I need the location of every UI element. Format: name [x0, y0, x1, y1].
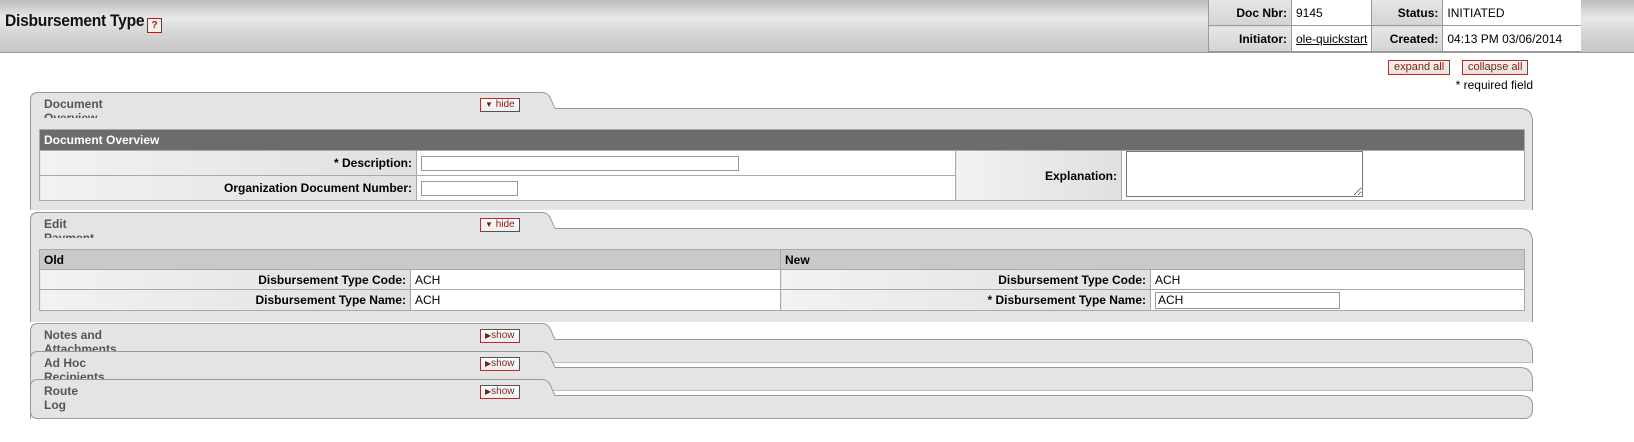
collapse-all-button[interactable]: collapse all	[1462, 60, 1529, 75]
section-header: Document Overview	[39, 129, 1525, 151]
document-info-table: Doc Nbr: 9145 Status: INITIATED Initiato…	[1208, 0, 1582, 52]
expand-all-button[interactable]: expand all	[1388, 60, 1451, 75]
doc-nbr-value: 9145	[1290, 0, 1372, 26]
description-label: * Description:	[39, 150, 417, 176]
description-cell	[416, 150, 956, 176]
disbursement-type-name-input[interactable]	[1155, 291, 1340, 309]
explanation-label: Explanation:	[955, 150, 1122, 201]
old-header: Old	[39, 249, 781, 270]
required-field-note: * required field	[1455, 78, 1533, 92]
org-doc-number-input[interactable]	[421, 180, 518, 196]
toggle-label: show	[491, 386, 515, 397]
new-code-value: ACH	[1150, 269, 1525, 290]
new-name-label: * Disbursement Type Name:	[780, 289, 1151, 311]
old-code-value: ACH	[410, 269, 781, 290]
page-title: Disbursement Type	[5, 11, 145, 30]
old-name-value: ACH	[410, 289, 781, 311]
explanation-textarea[interactable]	[1126, 151, 1363, 197]
show-button[interactable]: ▶show	[480, 329, 520, 343]
edit-payment-type-table: Old New Disbursement Type Code: ACH Disb…	[39, 249, 1525, 311]
panel-document-overview: Document Overview * Description: Explana…	[30, 118, 1533, 210]
show-button[interactable]: ▶show	[480, 357, 520, 371]
tab-shape	[30, 379, 1533, 419]
triangle-down-icon: ▼	[485, 100, 493, 109]
triangle-down-icon: ▼	[485, 220, 493, 229]
tab-label: Route Log	[44, 384, 78, 412]
hide-button[interactable]: ▼ hide	[480, 98, 520, 112]
status-label: Status:	[1371, 0, 1443, 26]
new-name-cell	[1150, 289, 1525, 311]
initiator-link[interactable]: ole-quickstart	[1296, 32, 1367, 46]
hide-button[interactable]: ▼ hide	[480, 218, 520, 232]
doc-nbr-label: Doc Nbr:	[1208, 0, 1292, 26]
document-header: Disbursement Type ? Doc Nbr: 9145 Status…	[0, 0, 1634, 53]
created-label: Created:	[1371, 25, 1443, 52]
old-name-label: Disbursement Type Name:	[39, 289, 411, 311]
org-doc-number-cell	[416, 175, 956, 201]
question-mark-icon[interactable]: ?	[147, 18, 162, 33]
toggle-label: hide	[495, 99, 515, 110]
toggle-label: show	[491, 330, 515, 341]
new-header: New	[780, 249, 1525, 270]
toggle-label: show	[491, 358, 515, 369]
org-doc-number-label: Organization Document Number:	[39, 175, 417, 201]
initiator-label: Initiator:	[1208, 25, 1292, 52]
status-value: INITIATED	[1442, 0, 1582, 26]
created-value: 04:13 PM 03/06/2014	[1442, 25, 1582, 52]
explanation-cell	[1121, 150, 1525, 201]
old-code-label: Disbursement Type Code:	[39, 269, 411, 290]
show-button[interactable]: ▶show	[480, 385, 520, 399]
panel-edit-payment-type: Old New Disbursement Type Code: ACH Disb…	[30, 238, 1533, 322]
initiator-link-cell: ole-quickstart	[1290, 25, 1372, 52]
toggle-label: hide	[495, 219, 515, 230]
new-code-label: Disbursement Type Code:	[780, 269, 1151, 290]
document-overview-table: Document Overview * Description: Explana…	[39, 129, 1525, 201]
description-input[interactable]	[421, 155, 739, 171]
